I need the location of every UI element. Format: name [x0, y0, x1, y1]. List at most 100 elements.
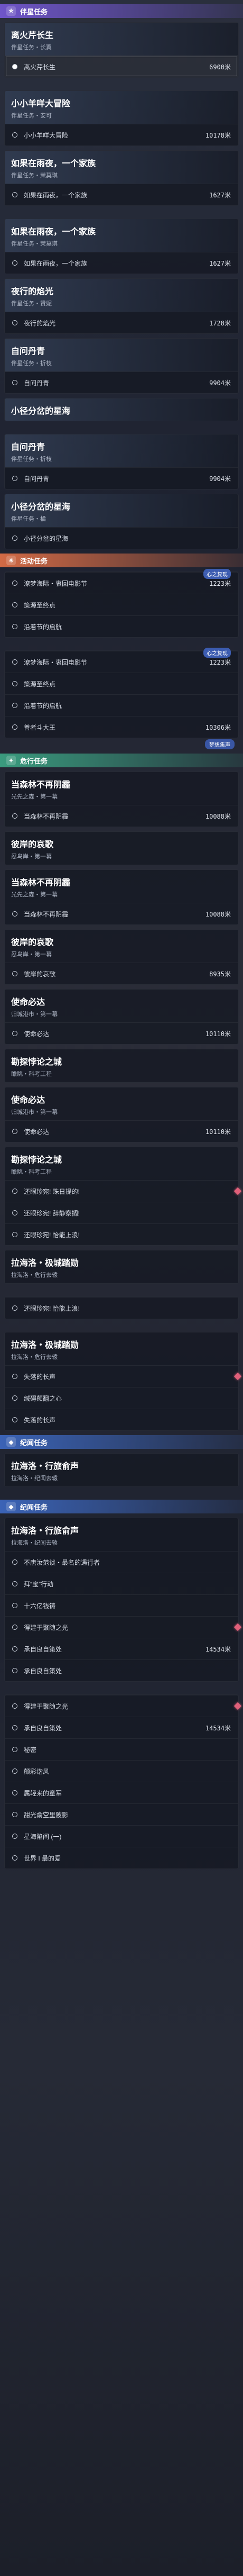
quest-group[interactable]: 离火芹长生 伴星任务・长翼 离火芹长生 6900米 — [4, 22, 239, 78]
quest-row[interactable]: 失落的长声 — [5, 1365, 242, 1387]
quest-row[interactable]: 承自良自策处 — [5, 1659, 238, 1681]
group-header[interactable]: 离火芹长生 伴星任务・长翼 — [5, 23, 238, 56]
quest-group[interactable]: 拉海洛・行旅俞声 拉海洛・纪闻去辕 不唐汝范谈・最名的遇行者 拜“宝”行动 十六… — [4, 1518, 242, 1682]
quest-row[interactable]: 还眼珍宛! 辞静察搁! — [5, 1202, 238, 1223]
quest-row[interactable]: 沿着节的启航 — [5, 615, 238, 637]
quest-group[interactable]: 勘探悖论之城 瞻眺・科考工程 还眼珍宛! 珠日提的! 还眼珍宛! 辞静察搁! 还… — [4, 1147, 242, 1246]
quest-row[interactable]: 还眼珍宛! 怡能上浪! — [5, 1223, 238, 1245]
quest-group[interactable]: 夜行的焰光 伴星任务・赞妮 夜行的焰光 1728米 — [4, 278, 239, 334]
quest-row[interactable]: 十六亿钱铸 — [5, 1594, 238, 1616]
quest-group[interactable]: 自问丹青 伴星任务・折枝 自问丹青 9904米 — [4, 434, 239, 489]
quest-row[interactable]: 如果在雨夜，一个家族 1627米 — [5, 252, 238, 274]
quest-row[interactable]: 策源至终点 — [5, 673, 238, 694]
quest-row[interactable]: 彼岸的哀歌 8935米 — [5, 963, 238, 984]
group-header[interactable]: 当森林不再阴霾 光先之森・第一幕 — [5, 772, 238, 805]
group-header[interactable]: 小小羊咩大冒险 伴星任务・安可 — [5, 91, 238, 124]
quest-row[interactable]: 使命必达 10110米 — [5, 1022, 238, 1044]
quest-group[interactable]: 自问丹青 伴星任务・折枝 自问丹青 9904米 — [4, 338, 239, 394]
quest-row[interactable]: 当森林不再阴霾 10088米 — [5, 903, 238, 924]
quest-group[interactable]: 勘探悖论之城 瞻眺・科考工程 — [4, 1049, 239, 1083]
quest-row[interactable]: 如果在雨夜，一个家族 1627米 — [5, 184, 238, 205]
quest-row[interactable]: 还眼珍宛! 珠日提的! — [5, 1180, 242, 1202]
quest-group[interactable]: 彼岸的哀歌 忍鸟岸・第一幕 彼岸的哀歌 8935米 — [4, 929, 239, 985]
group-header[interactable]: 拉海洛・行旅俞声 拉海洛・纪闻去辕 — [5, 1518, 238, 1551]
quest-group[interactable]: 小径分岔的星海 伴星任务・橘 小径分岔的星海 — [4, 494, 239, 549]
distance-value: 10110米 — [205, 1030, 231, 1038]
group-title: 小小羊咩大冒险 — [11, 99, 71, 108]
quest-row[interactable]: 承自良自策处 14534米 — [5, 1638, 238, 1659]
group-header[interactable]: 自问丹青 伴星任务・折枝 — [5, 434, 238, 467]
quest-row[interactable]: 失落的长声 — [5, 1409, 238, 1430]
quest-group[interactable]: 如果在雨夜，一个家族 伴星任务・茉莫琪 如果在雨夜，一个家族 1627米 — [4, 219, 239, 274]
quest-row[interactable]: 小径分岔的星海 — [5, 527, 238, 549]
quest-row[interactable]: 离火芹长生 6900米 — [5, 56, 238, 77]
group-header[interactable]: 使命必达 归城港市・第一幕 — [5, 1087, 238, 1120]
companion-icon: ⛤ — [6, 6, 16, 16]
quest-row[interactable]: 自问丹青 9904米 — [5, 371, 238, 393]
quest-row[interactable]: 秘密 — [5, 1738, 238, 1760]
group-header[interactable]: 自问丹青 伴星任务・折枝 — [5, 339, 238, 371]
group-header[interactable]: 拉海洛・行旅俞声 拉海洛・纪闻去辕 — [5, 1454, 238, 1486]
quest-group[interactable]: 拉海洛・极城踏勋 拉海洛・危行去辕 失落的长声 缄碍颠翻之心 失落的长声 — [4, 1332, 242, 1431]
group-subtitle: 归城港市・第一幕 — [11, 1109, 58, 1115]
quest-row[interactable]: 当森林不再阴霾 10088米 — [5, 805, 238, 827]
quest-group[interactable]: 小小羊咩大冒险 伴星任务・安可 小小羊咩大冒险 10178米 — [4, 90, 239, 146]
quest-row[interactable]: 得建于聚随之光 — [5, 1695, 242, 1717]
quest-group[interactable]: 彼岸的哀歌 忍鸟岸・第一幕 — [4, 831, 239, 865]
quest-row[interactable]: 世界 I 最的爱 — [5, 1847, 238, 1868]
quest-group[interactable]: 拉海洛・极城踏勋 拉海洛・危行去辕 — [4, 1250, 239, 1284]
quest-group[interactable]: 心之复现 潦梦海际・衷回电影节 1223米 策源至终点 沿着节的启航 — [4, 569, 239, 638]
group-header[interactable]: 彼岸的哀歌 忍鸟岸・第一幕 — [5, 930, 238, 963]
section-header-companion: ⛤ 伴星任务 — [0, 4, 243, 18]
quest-row[interactable]: 星海陷间 (一) — [5, 1825, 238, 1847]
quest-row[interactable]: 缄碍颠翻之心 — [5, 1387, 238, 1409]
quest-group[interactable]: 得建于聚随之光 承自良自策处 14534米 秘密 颠彩谐风 属轻来的童军 甜光俞… — [4, 1694, 242, 1869]
quest-group[interactable]: 拉海洛・行旅俞声 拉海洛・纪闻去辕 — [4, 1453, 239, 1487]
group-header[interactable]: 勘探悖论之城 瞻眺・科考工程 — [5, 1049, 238, 1082]
quest-row[interactable]: 策源至终点 — [5, 594, 238, 615]
quest-label: 十六亿钱铸 — [24, 1602, 56, 1610]
radio-icon — [12, 1559, 17, 1565]
quest-group[interactable]: 心之复现 潦梦海际・衷回电影节 1223米 策源至终点 沿着节的启航 善者斗大王… — [4, 648, 239, 738]
quest-label: 当森林不再阴霾 — [24, 910, 69, 918]
quest-row[interactable]: 拜“宝”行动 — [5, 1573, 238, 1594]
quest-group[interactable]: 如果在雨夜，一个家族 伴星任务・茉莫琪 如果在雨夜，一个家族 1627米 — [4, 150, 239, 206]
quest-row[interactable]: 潦梦海际・衷回电影节 1223米 — [5, 572, 238, 594]
group-header[interactable]: 小径分岔的星海 伴星任务・橘 — [5, 494, 238, 527]
group-title: 当森林不再阴霾 — [11, 781, 71, 790]
quest-row[interactable]: 沿着节的启航 — [5, 694, 238, 716]
quest-group[interactable]: 还眼珍宛! 怡能上浪! — [4, 1296, 239, 1319]
quest-row[interactable]: 自问丹青 9904米 — [5, 467, 238, 489]
quest-row[interactable]: 使命必达 10110米 — [5, 1120, 238, 1142]
radio-icon — [12, 1129, 17, 1134]
quest-row[interactable]: 不唐汝范谈・最名的遇行者 — [5, 1551, 238, 1573]
group-title: 夜行的焰光 — [11, 287, 54, 296]
quest-group[interactable]: 当森林不再阴霾 光先之森・第一幕 当森林不再阴霾 10088米 — [4, 772, 239, 827]
group-subtitle: 伴星任务・安可 — [11, 113, 52, 119]
group-header[interactable]: 彼岸的哀歌 忍鸟岸・第一幕 — [5, 832, 238, 865]
quest-row[interactable]: 承自良自策处 14534米 — [5, 1717, 238, 1738]
quest-group[interactable]: 使命必达 归城港市・第一幕 使命必达 10110米 — [4, 989, 239, 1045]
quest-row[interactable]: 颠彩谐风 — [5, 1760, 238, 1782]
quest-row[interactable]: 属轻来的童军 — [5, 1782, 238, 1803]
quest-row[interactable]: 小小羊咩大冒险 10178米 — [5, 124, 238, 146]
group-header[interactable]: 小径分岔的星海 — [5, 398, 238, 421]
quest-row[interactable]: 善者斗大王 10306米 — [5, 716, 238, 738]
quest-row[interactable]: 还眼珍宛! 怡能上浪! — [5, 1297, 238, 1319]
quest-group[interactable]: 使命必达 归城港市・第一幕 使命必达 10110米 — [4, 1087, 239, 1142]
group-header[interactable]: 夜行的焰光 伴星任务・赞妮 — [5, 279, 238, 312]
quest-row[interactable]: 夜行的焰光 1728米 — [5, 312, 238, 333]
quest-group[interactable]: 小径分岔的星海 — [4, 398, 239, 421]
quest-row[interactable]: 潦梦海际・衷回电影节 1223米 — [5, 651, 238, 673]
floating-marker[interactable]: 梦想集声 — [0, 738, 243, 749]
quest-row[interactable]: 甜光俞空里陂影 — [5, 1803, 238, 1825]
group-header[interactable]: 拉海洛・极城踏勋 拉海洛・危行去辕 — [5, 1332, 238, 1365]
group-header[interactable]: 如果在雨夜，一个家族 伴星任务・茉莫琪 — [5, 219, 238, 252]
group-header[interactable]: 拉海洛・极城踏勋 拉海洛・危行去辕 — [5, 1250, 238, 1283]
group-header[interactable]: 如果在雨夜，一个家族 伴星任务・茉莫琪 — [5, 151, 238, 184]
quest-row[interactable]: 得建于聚随之光 — [5, 1616, 242, 1638]
group-header[interactable]: 勘探悖论之城 瞻眺・科考工程 — [5, 1147, 238, 1180]
group-header[interactable]: 使命必达 归城港市・第一幕 — [5, 990, 238, 1022]
quest-group[interactable]: 当森林不再阴霾 光先之森・第一幕 当森林不再阴霾 10088米 — [4, 869, 239, 925]
group-header[interactable]: 当森林不再阴霾 光先之森・第一幕 — [5, 870, 238, 903]
